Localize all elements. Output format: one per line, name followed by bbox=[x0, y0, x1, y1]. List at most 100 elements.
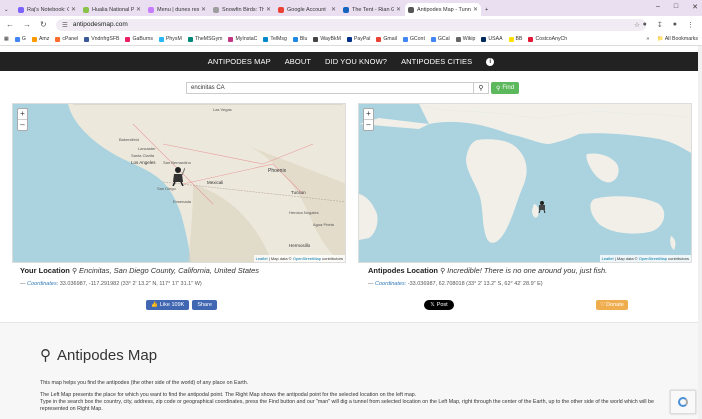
bookmark-item[interactable]: CostcoAnyCh bbox=[528, 36, 567, 42]
profile-avatar[interactable]: ● bbox=[673, 21, 677, 29]
nav-about[interactable]: ABOUT bbox=[285, 57, 311, 66]
download-icon[interactable]: ↧ bbox=[657, 21, 663, 29]
zoom-out-icon[interactable]: – bbox=[18, 120, 27, 130]
bookmark-item[interactable]: Blu bbox=[292, 36, 307, 42]
bookmark-item[interactable]: BB bbox=[508, 36, 522, 42]
antipodes-location-line: Antipodes Location ⚲ Incredible! There i… bbox=[368, 266, 607, 275]
find-button-label: Find bbox=[502, 85, 515, 91]
bookmark-label: WayBkM bbox=[320, 36, 341, 42]
bookmark-item[interactable]: TheMSGym bbox=[187, 36, 222, 42]
bookmark-label: PhysM bbox=[165, 36, 182, 42]
intro-paragraph: This map helps you find the antipodes (t… bbox=[40, 380, 249, 386]
tab-title: Antipodes Map - Tunnel bbox=[417, 6, 471, 13]
browser-tab[interactable]: The Tent - Rian Growff✕ bbox=[340, 3, 404, 16]
site-navbar: ANTIPODES MAP ABOUT DID YOU KNOW? ANTIPO… bbox=[0, 52, 702, 71]
nav-did-you-know[interactable]: DID YOU KNOW? bbox=[325, 57, 387, 66]
bookmark-favicon-icon bbox=[55, 36, 61, 42]
donate-icon: ♡ bbox=[600, 302, 606, 308]
leaflet-link[interactable]: Leaflet bbox=[256, 256, 268, 261]
bookmark-item[interactable]: GCont bbox=[402, 36, 425, 42]
nav-antipodes-map[interactable]: ANTIPODES MAP bbox=[208, 57, 271, 66]
recaptcha-badge[interactable] bbox=[670, 390, 696, 414]
browser-tab[interactable]: Raj's Notebook: Open Ch✕ bbox=[15, 3, 79, 16]
bookmark-item[interactable]: Wikip bbox=[455, 36, 475, 42]
minimize-icon[interactable]: – bbox=[656, 3, 660, 11]
tab-close-icon[interactable]: ✕ bbox=[71, 6, 76, 13]
coordinates-value: -33.036987, 62.708018 (33° 2' 13.2" S, 6… bbox=[407, 281, 543, 287]
more-bookmarks-icon[interactable]: » bbox=[646, 36, 649, 42]
x-post-button[interactable]: 𝕏 Post bbox=[424, 300, 454, 310]
tab-search-icon[interactable]: ⌄ bbox=[4, 3, 14, 16]
bookmark-item[interactable]: USAA bbox=[481, 36, 503, 42]
bookmark-item[interactable]: Amz bbox=[31, 36, 50, 42]
left-map[interactable]: + – Las Vegas Bakersfield Lancaster Sant… bbox=[12, 103, 346, 263]
search-instructions-paragraph: Type in the search box the country, city… bbox=[40, 399, 654, 412]
map-label: Heroica Nogales bbox=[289, 210, 319, 215]
tab-title: Raj's Notebook: Open Ch bbox=[27, 6, 69, 13]
bookmark-star-icon[interactable]: ☆ bbox=[634, 21, 640, 29]
bookmark-item[interactable]: PhysM bbox=[158, 36, 182, 42]
bookmark-item[interactable]: MyInstaC bbox=[228, 36, 257, 42]
site-info-icon[interactable]: ☰ bbox=[62, 21, 68, 29]
bookmark-item[interactable]: VndnfrgSFB bbox=[84, 36, 119, 42]
zoom-in-icon[interactable]: + bbox=[18, 109, 27, 120]
bookmark-item[interactable]: G bbox=[14, 36, 26, 42]
leaflet-link[interactable]: Leaflet bbox=[602, 256, 614, 261]
maximize-icon[interactable]: □ bbox=[674, 3, 678, 11]
map-label: Hermosillo bbox=[289, 243, 311, 248]
tab-favicon-icon bbox=[18, 6, 24, 13]
browser-tab[interactable]: Hualia National Park - G✕ bbox=[80, 3, 144, 16]
facebook-share-button[interactable]: Share bbox=[192, 300, 218, 310]
bookmark-item[interactable]: GCal bbox=[430, 36, 450, 42]
back-icon[interactable]: ← bbox=[6, 20, 14, 29]
bookmark-item[interactable]: Gmail bbox=[376, 36, 397, 42]
tab-close-icon[interactable]: ✕ bbox=[266, 6, 271, 13]
browser-tab[interactable]: Snowfin Birds: The Day w✕ bbox=[210, 3, 274, 16]
antipodes-location-label: Antipodes Location bbox=[368, 266, 438, 275]
map-label: Bakersfield bbox=[119, 137, 139, 142]
tab-close-icon[interactable]: ✕ bbox=[136, 6, 141, 13]
bookmark-item[interactable]: TelMsg bbox=[263, 36, 287, 42]
bookmark-label: Amz bbox=[38, 36, 50, 42]
info-icon[interactable]: i bbox=[486, 57, 495, 66]
browser-tab[interactable]: Google Account ✕ bbox=[275, 3, 339, 16]
donate-button[interactable]: ♡ Donate bbox=[596, 300, 628, 310]
forward-icon[interactable]: → bbox=[23, 20, 31, 29]
bookmark-item[interactable]: cPanel bbox=[55, 36, 78, 42]
map-label: Las Vegas bbox=[213, 107, 232, 112]
zoom-in-icon[interactable]: + bbox=[364, 109, 373, 120]
right-map[interactable]: + – Leaflet | Map data © OpenStreetMap c… bbox=[358, 103, 692, 263]
bookmark-label: cPanel bbox=[62, 36, 79, 42]
find-button[interactable]: ⚲ Find bbox=[491, 82, 519, 94]
tab-close-icon[interactable]: ✕ bbox=[396, 6, 401, 13]
bookmark-item[interactable]: GaBurns bbox=[125, 36, 153, 42]
all-bookmarks-folder[interactable]: 📁 All Bookmarks bbox=[657, 36, 698, 42]
facebook-like-button[interactable]: 👍 Like 109K bbox=[146, 300, 190, 310]
apps-icon[interactable]: ▦ bbox=[4, 36, 9, 42]
extension-icon[interactable]: ● bbox=[643, 21, 647, 29]
page-scrollbar[interactable] bbox=[698, 46, 702, 419]
map-label: Ensenada bbox=[173, 199, 192, 204]
bookmark-item[interactable]: PayPal bbox=[346, 36, 370, 42]
bookmark-item[interactable]: WayBkM bbox=[313, 36, 341, 42]
tab-close-icon[interactable]: ✕ bbox=[201, 6, 206, 13]
locate-pin-icon[interactable]: ⚲ bbox=[474, 82, 489, 94]
new-tab-icon[interactable]: + bbox=[482, 3, 492, 16]
browser-tab[interactable]: Menu | dunes restaurant✕ bbox=[145, 3, 209, 16]
close-window-icon[interactable]: ✕ bbox=[692, 3, 698, 11]
bookmark-label: USAA bbox=[488, 36, 503, 42]
url-input[interactable]: ☰ antipodesmap.com ☆ bbox=[56, 18, 646, 31]
tab-close-icon[interactable]: ✕ bbox=[331, 6, 336, 13]
menu-icon[interactable]: ⋮ bbox=[687, 21, 694, 29]
bookmark-label: GCont bbox=[409, 36, 425, 42]
location-search-input[interactable]: encinitas CA bbox=[186, 82, 474, 94]
reload-icon[interactable]: ↻ bbox=[40, 20, 47, 29]
nav-antipodes-cities[interactable]: ANTIPODES CITIES bbox=[401, 57, 472, 66]
tab-favicon-icon bbox=[83, 6, 89, 13]
browser-tab[interactable]: Antipodes Map - Tunnel ✕ bbox=[405, 3, 481, 16]
zoom-out-icon[interactable]: – bbox=[364, 120, 373, 130]
osm-link[interactable]: OpenStreetMap bbox=[293, 256, 321, 261]
osm-link[interactable]: OpenStreetMap bbox=[639, 256, 667, 261]
tab-close-icon[interactable]: ✕ bbox=[473, 6, 478, 13]
tab-title: Hualia National Park - G bbox=[92, 6, 134, 13]
